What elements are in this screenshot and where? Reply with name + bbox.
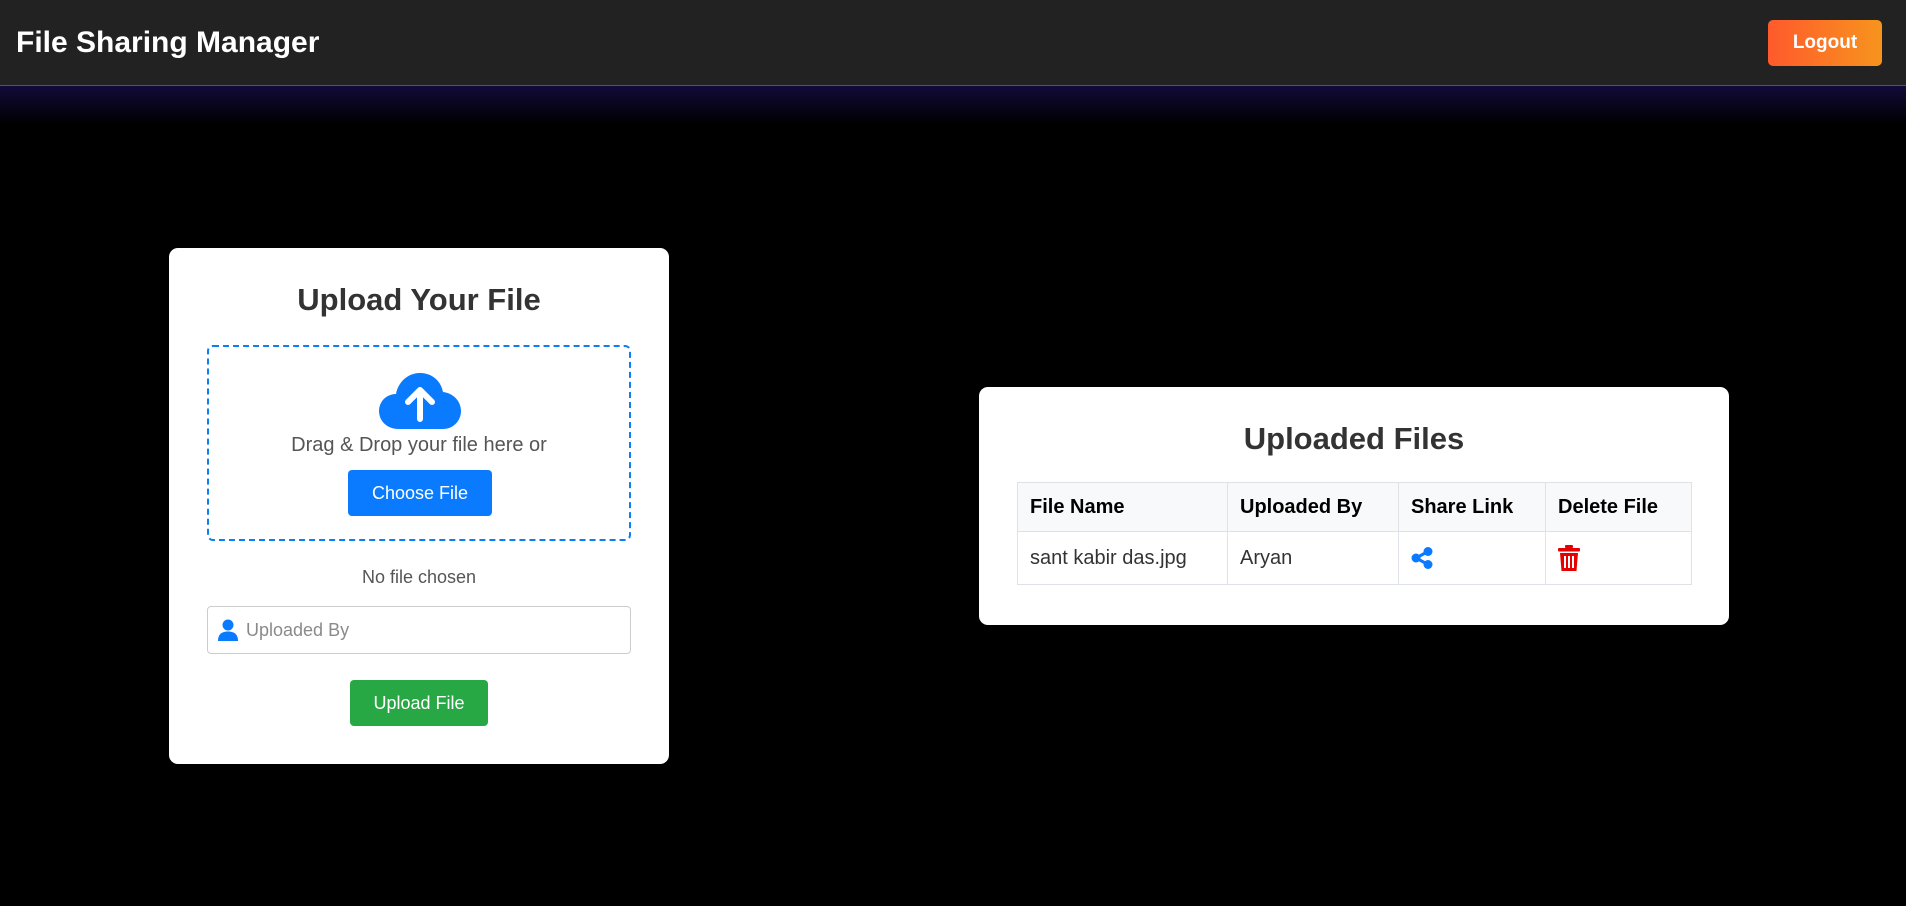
file-name-cell: sant kabir das.jpg	[1017, 531, 1228, 585]
table-header-row: File Name Uploaded By Share Link Delete …	[1017, 482, 1692, 532]
app-title: File Sharing Manager	[16, 25, 320, 59]
table-row: sant kabir das.jpg Aryan	[1017, 531, 1692, 585]
file-dropzone[interactable]: Drag & Drop your file here or Choose Fil…	[207, 345, 631, 541]
header-glow	[0, 86, 1906, 124]
share-link-cell	[1398, 531, 1546, 585]
logout-button[interactable]: Logout	[1768, 19, 1882, 66]
column-header-delete-file: Delete File	[1545, 482, 1692, 532]
column-header-uploaded-by: Uploaded By	[1227, 482, 1399, 532]
choose-file-button[interactable]: Choose File	[348, 470, 492, 516]
upload-file-button[interactable]: Upload File	[350, 680, 488, 726]
files-table: File Name Uploaded By Share Link Delete …	[1017, 482, 1692, 585]
uploaded-files-card: Uploaded Files File Name Uploaded By Sha…	[979, 387, 1729, 625]
top-nav-bar: File Sharing Manager Logout	[0, 0, 1906, 86]
upload-card: Upload Your File Drag & Drop your file h…	[169, 248, 669, 764]
file-status-text: No file chosen	[361, 567, 477, 587]
column-header-file-name: File Name	[1017, 482, 1228, 532]
uploaded-by-cell: Aryan	[1227, 531, 1399, 585]
share-icon[interactable]	[1411, 547, 1433, 570]
trash-icon[interactable]	[1558, 545, 1580, 571]
uploaded-by-input[interactable]	[246, 607, 630, 653]
uploaded-by-field[interactable]	[207, 606, 631, 654]
uploaded-files-title: Uploaded Files	[1243, 421, 1465, 456]
upload-card-title: Upload Your File	[297, 282, 541, 317]
dropzone-text: Drag & Drop your file here or	[291, 434, 547, 456]
column-header-share-link: Share Link	[1398, 482, 1546, 532]
user-icon	[218, 619, 238, 641]
delete-file-cell	[1545, 531, 1692, 585]
cloud-upload-icon	[379, 373, 461, 429]
